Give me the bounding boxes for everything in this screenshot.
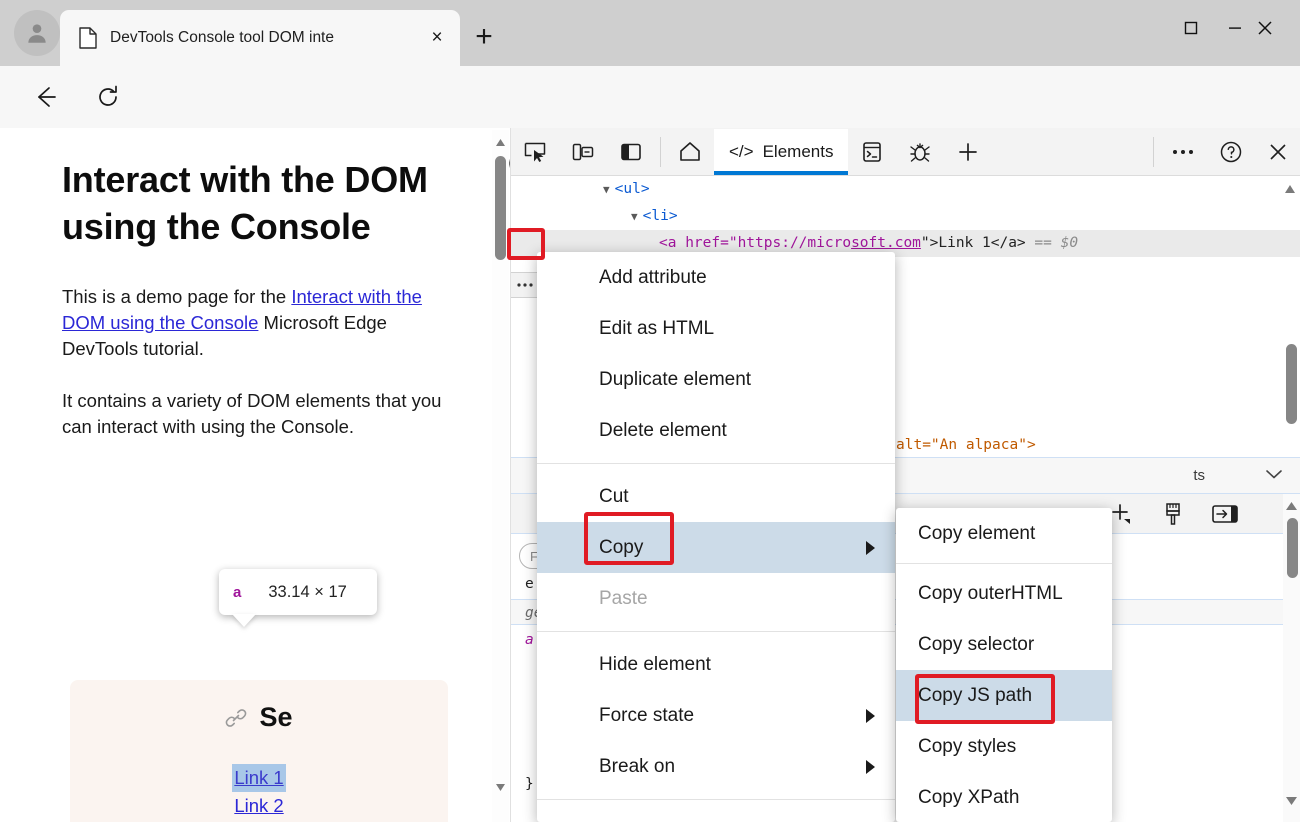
chevron-right-icon bbox=[866, 760, 875, 774]
element-inspect-tooltip: a 33.14 × 17 bbox=[219, 569, 377, 615]
menu-item-copy-js-path[interactable]: Copy JS path bbox=[896, 670, 1112, 721]
page-icon bbox=[78, 27, 98, 49]
tab-close-button[interactable]: × bbox=[422, 23, 452, 53]
link-icon bbox=[225, 707, 247, 729]
copy-submenu[interactable]: Copy element Copy outerHTML Copy selecto… bbox=[896, 508, 1112, 822]
dom-anchor-suffix: ">Link 1</a> bbox=[921, 235, 1026, 251]
menu-item-break-on[interactable]: Break on bbox=[537, 741, 895, 792]
menu-item-copy-selector[interactable]: Copy selector bbox=[896, 619, 1112, 670]
toolbar-divider-2 bbox=[1153, 137, 1154, 167]
tab-elements-label: Elements bbox=[763, 142, 834, 162]
menu-item-copy-label: Copy bbox=[599, 537, 643, 559]
home-icon[interactable] bbox=[666, 129, 714, 175]
styles-scrollbar-thumb[interactable] bbox=[1287, 518, 1298, 578]
list-item-link-2[interactable]: Link 2 bbox=[232, 792, 285, 820]
page-paragraph-2: It contains a variety of DOM elements th… bbox=[62, 388, 444, 440]
dock-side-icon[interactable] bbox=[607, 129, 655, 175]
tab-elements[interactable]: </> Elements bbox=[714, 129, 848, 175]
tooltip-tag-name: a bbox=[233, 584, 241, 601]
chevron-down-icon[interactable] bbox=[1265, 467, 1283, 484]
browser-window: DevTools Console tool DOM inte × + bbox=[0, 0, 1300, 822]
page-title: Interact with the DOM using the Console bbox=[62, 156, 444, 250]
section-heading: Se bbox=[70, 702, 448, 733]
tab-title: DevTools Console tool DOM inte bbox=[110, 29, 422, 47]
dom-scrollbar-thumb[interactable] bbox=[1286, 344, 1297, 424]
code-brackets-icon: </> bbox=[729, 142, 754, 162]
menu-item-delete-element[interactable]: Delete element bbox=[537, 405, 895, 456]
device-emulation-icon[interactable] bbox=[559, 129, 607, 175]
dom-row-ul[interactable]: ▼ <ul> bbox=[511, 176, 1300, 203]
add-tool-button[interactable] bbox=[944, 129, 992, 175]
menu-item-add-attribute[interactable]: Add attribute bbox=[537, 252, 895, 303]
inspect-element-icon[interactable] bbox=[511, 129, 559, 175]
chevron-right-icon bbox=[866, 709, 875, 723]
window-maximize-button[interactable] bbox=[1168, 8, 1214, 48]
page-scrollbar-thumb[interactable] bbox=[495, 156, 506, 260]
paintbrush-icon[interactable] bbox=[1147, 497, 1199, 531]
styles-scroll-down-arrow-icon[interactable] bbox=[1285, 793, 1298, 811]
menu-item-copy-element[interactable]: Copy element bbox=[896, 508, 1112, 559]
question-circle-icon[interactable] bbox=[1207, 129, 1255, 175]
dom-selected-marker: == $0 bbox=[1034, 235, 1078, 251]
menu-item-break-on-label: Break on bbox=[599, 756, 675, 778]
dom-img-alt-fragment: alt="An alpaca"> bbox=[896, 437, 1036, 453]
expand-triangle-icon[interactable]: ▼ bbox=[603, 183, 610, 196]
page-paragraph-1: This is a demo page for the Interact wit… bbox=[62, 284, 444, 362]
submenu-separator bbox=[896, 563, 1112, 564]
dom-anchor-href-link[interactable]: soft.com bbox=[851, 235, 921, 251]
profile-avatar[interactable] bbox=[14, 10, 60, 56]
new-tab-button[interactable]: + bbox=[463, 16, 505, 58]
dom-anchor-prefix: <a href="https://micro bbox=[659, 235, 851, 251]
scroll-down-arrow-icon[interactable] bbox=[492, 779, 509, 796]
menu-item-copy-outerhtml[interactable]: Copy outerHTML bbox=[896, 568, 1112, 619]
dom-tag-ul: <ul> bbox=[615, 181, 650, 197]
links-section-card: Se Link 1 Link 2 Link 3 Link 4 Link 5 Li… bbox=[70, 680, 448, 822]
navigation-bar: https://microsoftedge.github.io/Demos/de… bbox=[0, 66, 1300, 128]
menu-separator bbox=[537, 463, 895, 464]
menu-item-hide-element[interactable]: Hide element bbox=[537, 639, 895, 690]
menu-item-copy-styles[interactable]: Copy styles bbox=[896, 721, 1112, 772]
devtools-toolbar: </> Elements bbox=[511, 128, 1300, 176]
menu-item-edit-as-html[interactable]: Edit as HTML bbox=[537, 303, 895, 354]
scroll-up-arrow-icon[interactable] bbox=[492, 134, 509, 151]
links-list: Link 1 Link 2 Link 3 Link 4 Link 5 Link … bbox=[70, 764, 448, 822]
menu-item-expand-recursively[interactable]: Expand recursively bbox=[537, 807, 895, 822]
section-heading-text: Se bbox=[259, 702, 292, 733]
window-close-button[interactable] bbox=[1242, 8, 1288, 48]
chevron-right-icon bbox=[866, 541, 875, 555]
menu-separator-3 bbox=[537, 799, 895, 800]
menu-item-duplicate-element[interactable]: Duplicate element bbox=[537, 354, 895, 405]
console-drawer-icon[interactable] bbox=[848, 129, 896, 175]
page-scrollbar[interactable] bbox=[492, 130, 509, 822]
dom-tag-li: <li> bbox=[643, 208, 678, 224]
menu-item-cut[interactable]: Cut bbox=[537, 471, 895, 522]
menu-item-paste: Paste bbox=[537, 573, 895, 624]
reload-button[interactable] bbox=[89, 78, 127, 116]
menu-item-copy[interactable]: Copy bbox=[537, 522, 895, 573]
expand-triangle-icon[interactable]: ▼ bbox=[631, 210, 638, 223]
styles-scroll-up-arrow-icon[interactable] bbox=[1285, 498, 1298, 516]
menu-item-force-state-label: Force state bbox=[599, 705, 694, 727]
tooltip-dimensions: 33.14 × 17 bbox=[268, 583, 346, 602]
dom-context-menu[interactable]: Add attribute Edit as HTML Duplicate ele… bbox=[537, 252, 895, 822]
styles-scrollbar[interactable] bbox=[1283, 494, 1300, 822]
browser-tab[interactable]: DevTools Console tool DOM inte × bbox=[60, 10, 460, 66]
page-viewport: Interact with the DOM using the Console … bbox=[10, 130, 505, 822]
dom-scroll-up-arrow-icon[interactable] bbox=[1284, 182, 1296, 198]
back-button[interactable] bbox=[27, 78, 65, 116]
debug-bug-icon[interactable] bbox=[896, 129, 944, 175]
title-bar: DevTools Console tool DOM inte × + bbox=[0, 0, 1300, 66]
styles-pane-tab-label: ts bbox=[1193, 467, 1205, 484]
toolbar-divider bbox=[660, 137, 661, 167]
menu-separator-2 bbox=[537, 631, 895, 632]
tooltip-arrow bbox=[232, 614, 256, 627]
list-item-link-1[interactable]: Link 1 bbox=[232, 764, 285, 792]
menu-item-force-state[interactable]: Force state bbox=[537, 690, 895, 741]
devtools-close-button[interactable] bbox=[1255, 129, 1300, 175]
person-icon bbox=[24, 20, 50, 46]
menu-item-copy-xpath[interactable]: Copy XPath bbox=[896, 772, 1112, 822]
more-tools-icon[interactable] bbox=[1159, 129, 1207, 175]
dom-row-li[interactable]: ▼ <li> bbox=[511, 203, 1300, 230]
sidebar-toggle-icon[interactable] bbox=[1199, 497, 1251, 531]
